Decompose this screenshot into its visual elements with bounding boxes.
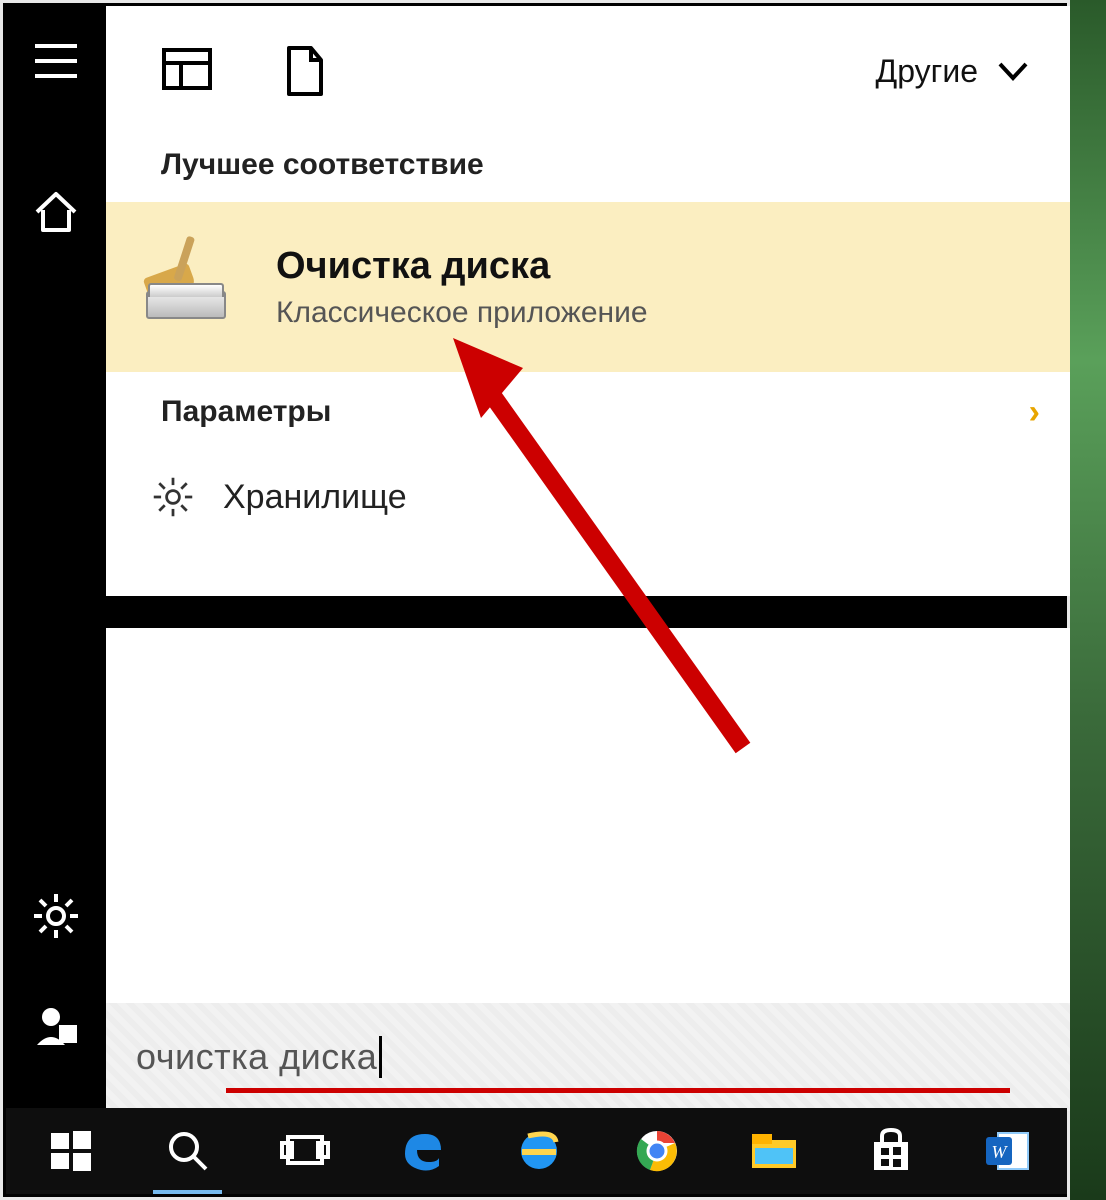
filter-documents-button[interactable]	[283, 45, 327, 97]
internet-explorer-icon	[516, 1128, 562, 1174]
taskbar-edge-button[interactable]	[364, 1108, 481, 1194]
chevron-down-icon	[996, 54, 1030, 88]
start-sidebar	[6, 6, 106, 1111]
taskbar-explorer-button[interactable]	[715, 1108, 832, 1194]
menu-icon	[33, 42, 79, 80]
chrome-icon	[634, 1128, 680, 1174]
other-filters-dropdown[interactable]: Другие	[876, 53, 1030, 90]
settings-result-storage[interactable]: Хранилище	[106, 452, 1070, 542]
task-view-icon	[280, 1131, 330, 1171]
word-icon: W	[984, 1129, 1032, 1173]
taskbar-store-button[interactable]	[833, 1108, 950, 1194]
best-match-heading: Лучшее соответствие	[106, 136, 1070, 202]
search-input-bar[interactable]: очистка диска	[106, 1003, 1070, 1111]
taskbar-chrome-button[interactable]	[598, 1108, 715, 1194]
apps-filter-icon	[161, 45, 213, 93]
windows-logo-icon	[49, 1129, 93, 1173]
settings-category-label: Параметры	[161, 395, 331, 429]
store-icon	[868, 1128, 914, 1174]
gear-icon	[151, 475, 195, 519]
svg-text:W: W	[992, 1142, 1009, 1162]
account-sidebar-button[interactable]	[6, 971, 106, 1081]
chevron-right-icon: ›	[1029, 393, 1040, 432]
best-match-title: Очистка диска	[276, 245, 648, 288]
taskbar-word-button[interactable]: W	[950, 1108, 1067, 1194]
taskbar-start-button[interactable]	[12, 1108, 129, 1194]
taskbar-taskview-button[interactable]	[246, 1108, 363, 1194]
desktop-background	[1070, 0, 1106, 1200]
settings-category-row[interactable]: Параметры ›	[106, 372, 1070, 452]
best-match-subtitle: Классическое приложение	[276, 296, 648, 330]
settings-sidebar-button[interactable]	[6, 861, 106, 971]
search-results-panel: Другие Лучшее соответствие Очистка диска…	[106, 6, 1070, 596]
best-match-result[interactable]: Очистка диска Классическое приложение	[106, 202, 1070, 372]
gear-icon	[32, 892, 80, 940]
edge-icon	[399, 1128, 445, 1174]
text-caret	[379, 1036, 382, 1078]
filter-apps-button[interactable]	[161, 45, 213, 97]
home-button[interactable]	[6, 156, 106, 266]
taskbar-search-button[interactable]	[129, 1108, 246, 1194]
annotation-underline	[226, 1088, 1010, 1093]
file-explorer-icon	[749, 1130, 799, 1172]
settings-result-storage-label: Хранилище	[223, 478, 407, 517]
other-filters-label: Другие	[876, 53, 978, 90]
start-search-window: Другие Лучшее соответствие Очистка диска…	[0, 0, 1070, 1200]
taskbar-ie-button[interactable]	[481, 1108, 598, 1194]
document-filter-icon	[283, 45, 327, 97]
search-icon	[166, 1129, 210, 1173]
filter-row: Другие	[106, 6, 1070, 136]
search-input-text: очистка диска	[136, 1036, 377, 1078]
home-icon	[33, 188, 79, 234]
disk-cleanup-icon	[136, 247, 236, 327]
taskbar: W	[6, 1108, 1067, 1194]
account-icon	[33, 1003, 79, 1049]
results-empty-area	[106, 628, 1070, 1003]
hamburger-button[interactable]	[6, 6, 106, 116]
